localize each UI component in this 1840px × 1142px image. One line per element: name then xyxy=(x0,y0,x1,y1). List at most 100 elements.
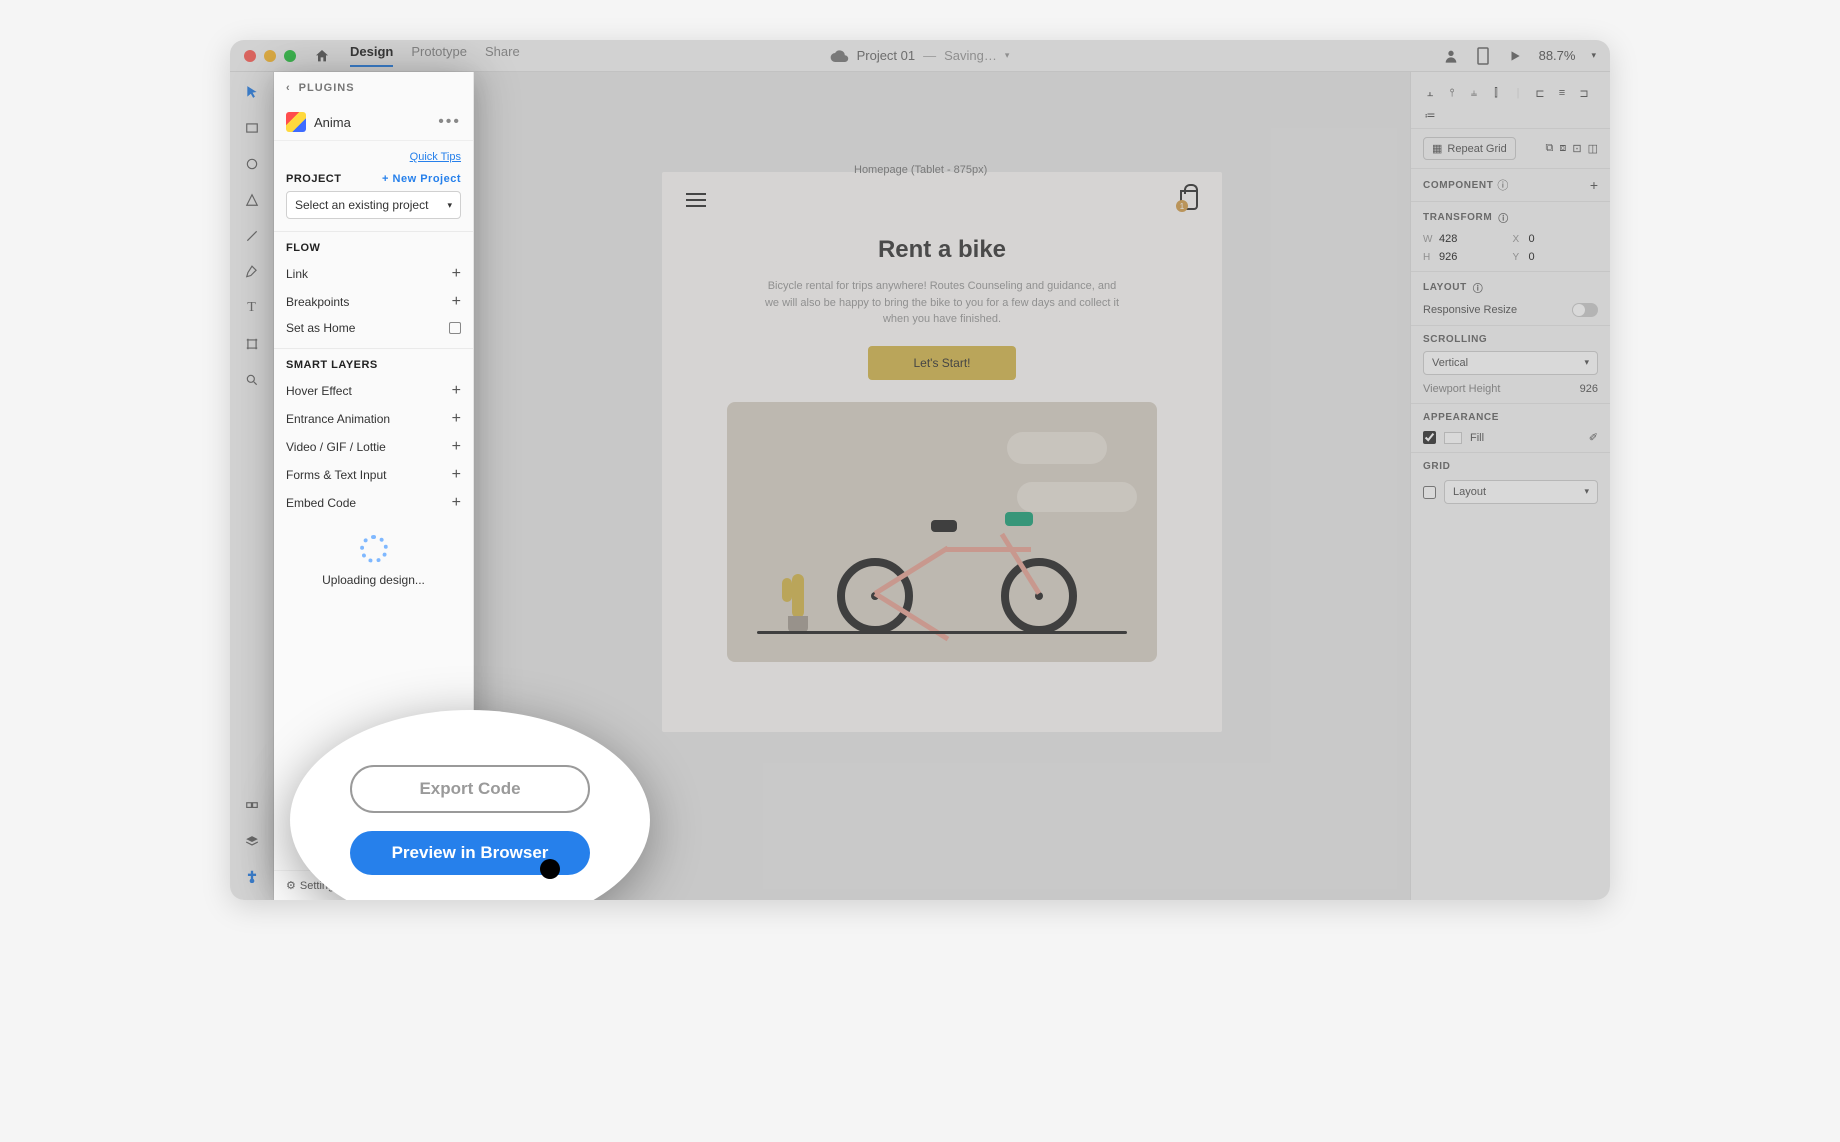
flow-breakpoints-row[interactable]: Breakpoints+ xyxy=(286,288,461,316)
chevron-down-icon: ▾ xyxy=(1584,486,1589,498)
eyedropper-icon[interactable]: ✐ xyxy=(1589,431,1598,444)
appearance-label: APPEARANCE xyxy=(1423,412,1598,423)
plugin-title-row: Anima ••• xyxy=(274,104,473,141)
layers-icon[interactable] xyxy=(242,832,262,852)
artboard-label[interactable]: Homepage (Tablet - 875px) xyxy=(854,164,987,176)
align-left-icon[interactable]: ⊏ xyxy=(1533,86,1547,100)
project-select[interactable]: Select an existing project ▾ xyxy=(286,191,461,219)
align-vdist-icon[interactable]: ≔ xyxy=(1423,108,1437,122)
add-icon[interactable]: + xyxy=(452,410,461,428)
home-icon[interactable] xyxy=(314,48,330,64)
window-controls xyxy=(244,50,296,62)
plugin-header-label: PLUGINS xyxy=(299,82,355,94)
boolean-intersect-icon[interactable]: ⊡ xyxy=(1572,142,1581,155)
inspector-panel: ⫠ ⫯ ⫨ ⫿ | ⊏ ≡ ⊐ ≔ ▦ Repeat Grid ⧉ ⧈ ⊡ xyxy=(1410,72,1610,900)
add-icon[interactable]: + xyxy=(452,494,461,512)
fill-swatch[interactable] xyxy=(1444,432,1462,444)
artboard-tool[interactable] xyxy=(242,334,262,354)
line-tool[interactable] xyxy=(242,226,262,246)
zoom-tool[interactable] xyxy=(242,370,262,390)
component-label: COMPONENT xyxy=(1423,180,1493,191)
align-hdist-icon[interactable]: ⫿ xyxy=(1489,86,1503,100)
info-icon[interactable]: ⓘ xyxy=(1473,280,1484,295)
text-tool[interactable]: T xyxy=(242,298,262,318)
project-section-label: PROJECT + New Project xyxy=(286,173,461,185)
ellipse-tool[interactable] xyxy=(242,154,262,174)
align-top-icon[interactable]: ⫠ xyxy=(1423,86,1437,100)
grid-checkbox[interactable] xyxy=(1423,486,1436,499)
tool-rail: T xyxy=(230,72,274,900)
play-icon[interactable] xyxy=(1507,48,1523,64)
export-code-button[interactable]: Export Code xyxy=(350,765,590,813)
maximize-window-button[interactable] xyxy=(284,50,296,62)
grid-section-label: GRID xyxy=(1423,461,1598,472)
add-component-icon[interactable]: + xyxy=(1590,177,1598,193)
flow-section-label: FLOW xyxy=(286,242,461,254)
smart-hover-row[interactable]: Hover Effect+ xyxy=(286,377,461,405)
checkbox[interactable] xyxy=(449,322,461,334)
boolean-subtract-icon[interactable]: ⧈ xyxy=(1559,142,1566,155)
fill-label: Fill xyxy=(1470,432,1484,444)
tab-design[interactable]: Design xyxy=(350,44,393,67)
chevron-down-icon: ▾ xyxy=(1005,50,1010,61)
add-icon[interactable]: + xyxy=(452,265,461,283)
document-title[interactable]: Project 01 — Saving… ▾ xyxy=(831,48,1010,63)
user-icon[interactable] xyxy=(1443,48,1459,64)
pen-tool[interactable] xyxy=(242,262,262,282)
responsive-toggle[interactable] xyxy=(1572,303,1598,317)
align-right-icon[interactable]: ⊐ xyxy=(1577,86,1591,100)
info-icon[interactable]: ⓘ xyxy=(1498,210,1509,225)
transform-w[interactable]: 428 xyxy=(1439,233,1509,245)
smart-embed-row[interactable]: Embed Code+ xyxy=(286,489,461,517)
flow-set-home-row[interactable]: Set as Home xyxy=(286,316,461,340)
chevron-down-icon: ▾ xyxy=(1584,357,1589,369)
flow-link-row[interactable]: Link+ xyxy=(286,260,461,288)
add-icon[interactable]: + xyxy=(452,293,461,311)
assets-icon[interactable] xyxy=(242,798,262,818)
align-center-icon[interactable]: ≡ xyxy=(1555,86,1569,100)
artboard-homepage[interactable]: 1 Rent a bike Bicycle rental for trips a… xyxy=(662,172,1222,732)
fill-checkbox[interactable] xyxy=(1423,431,1436,444)
plugin-menu-icon[interactable]: ••• xyxy=(438,113,461,131)
plugins-icon[interactable] xyxy=(242,866,262,886)
back-icon[interactable]: ‹ xyxy=(286,82,291,94)
grid-layout-select[interactable]: Layout▾ xyxy=(1444,480,1598,504)
quick-tips-link[interactable]: Quick Tips xyxy=(286,151,461,163)
add-icon[interactable]: + xyxy=(452,382,461,400)
info-icon[interactable]: ⓘ xyxy=(1497,177,1508,193)
cta-button[interactable]: Let's Start! xyxy=(868,346,1017,380)
add-icon[interactable]: + xyxy=(452,438,461,456)
hero-illustration xyxy=(727,402,1157,662)
preview-in-browser-button[interactable]: Preview in Browser xyxy=(350,831,590,875)
tab-share[interactable]: Share xyxy=(485,44,520,67)
new-project-link[interactable]: + New Project xyxy=(382,173,461,185)
polygon-tool[interactable] xyxy=(242,190,262,210)
select-tool[interactable] xyxy=(242,82,262,102)
boolean-exclude-icon[interactable]: ◫ xyxy=(1588,142,1598,155)
device-preview-icon[interactable] xyxy=(1475,48,1491,64)
smart-forms-row[interactable]: Forms & Text Input+ xyxy=(286,461,461,489)
smart-video-row[interactable]: Video / GIF / Lottie+ xyxy=(286,433,461,461)
transform-x[interactable]: 0 xyxy=(1529,233,1599,245)
repeat-grid-button[interactable]: ▦ Repeat Grid xyxy=(1423,137,1516,160)
close-window-button[interactable] xyxy=(244,50,256,62)
align-bottom-icon[interactable]: ⫨ xyxy=(1467,86,1481,100)
transform-h[interactable]: 926 xyxy=(1439,251,1509,263)
zoom-level[interactable]: 88.7% xyxy=(1539,48,1576,63)
anima-logo-icon xyxy=(286,112,306,132)
transform-y[interactable]: 0 xyxy=(1529,251,1599,263)
cursor-icon xyxy=(540,859,560,879)
hamburger-icon[interactable] xyxy=(686,193,706,207)
viewport-height-value[interactable]: 926 xyxy=(1580,383,1598,395)
add-icon[interactable]: + xyxy=(452,466,461,484)
rectangle-tool[interactable] xyxy=(242,118,262,138)
smart-entrance-row[interactable]: Entrance Animation+ xyxy=(286,405,461,433)
transform-label: TRANSFORM ⓘ xyxy=(1423,210,1598,225)
tab-prototype[interactable]: Prototype xyxy=(411,44,467,67)
boolean-add-icon[interactable]: ⧉ xyxy=(1546,142,1554,155)
align-vcenter-icon[interactable]: ⫯ xyxy=(1445,86,1459,100)
shopping-bag-icon[interactable]: 1 xyxy=(1180,190,1198,210)
scrolling-select[interactable]: Vertical▾ xyxy=(1423,351,1598,375)
minimize-window-button[interactable] xyxy=(264,50,276,62)
chevron-down-icon[interactable]: ▾ xyxy=(1591,50,1596,61)
